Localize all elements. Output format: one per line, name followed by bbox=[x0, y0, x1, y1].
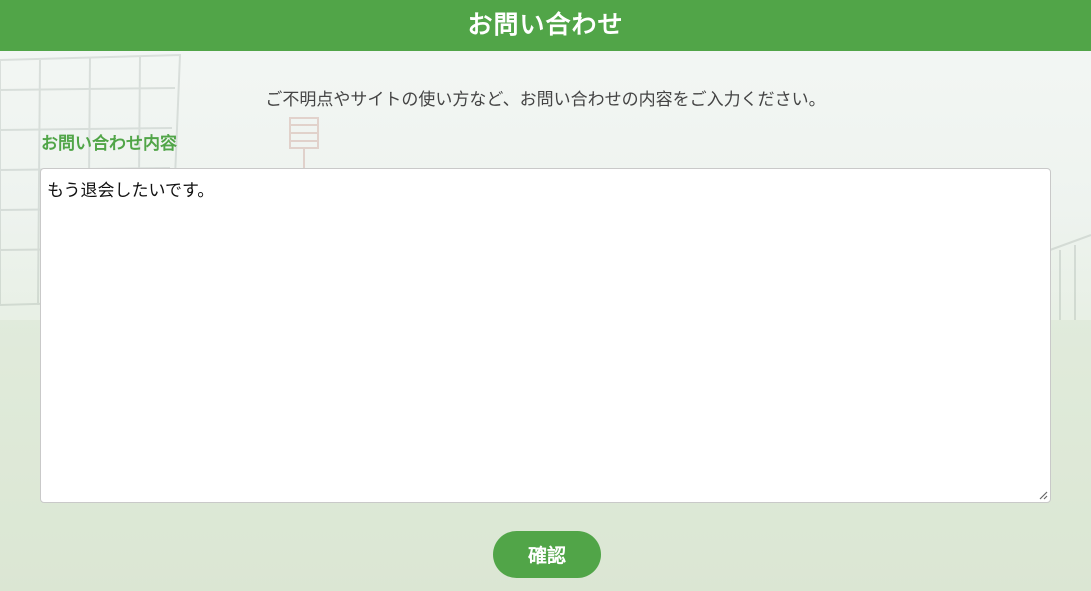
resize-grip-icon[interactable] bbox=[1038, 490, 1048, 500]
inquiry-message-field[interactable] bbox=[41, 169, 1050, 502]
inquiry-textarea-container bbox=[40, 168, 1051, 503]
intro-text: ご不明点やサイトの使い方など、お問い合わせの内容をご入力ください。 bbox=[265, 90, 826, 110]
page-title: お問い合わせ bbox=[467, 9, 624, 39]
inquiry-content-label: お問い合わせ内容 bbox=[41, 134, 177, 154]
page-header: お問い合わせ bbox=[0, 0, 1091, 51]
confirm-button[interactable]: 確認 bbox=[493, 531, 601, 578]
